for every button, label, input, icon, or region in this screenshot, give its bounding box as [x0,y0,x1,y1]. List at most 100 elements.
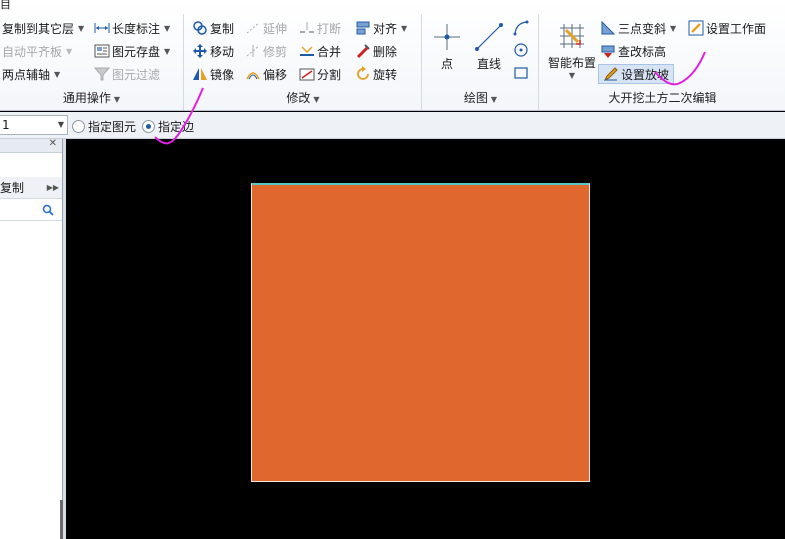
chevron-down-icon: ▼ [401,23,408,33]
floor-combo-value: 1 [2,118,10,132]
merge-button[interactable]: 合并 [299,41,341,61]
grid-layout-icon [560,24,584,48]
left-panel-toolbar[interactable]: 复制 ▶▶ [0,177,62,199]
trim-icon [245,43,261,59]
offset-button[interactable]: 偏移 [245,64,287,84]
point-label: 点 [440,57,453,71]
offset-icon [245,66,261,82]
element-storage-button[interactable]: 图元存盘 ▼ [94,41,170,61]
radio-specify-edge-label: 指定边 [158,120,195,134]
eraser-icon [355,43,371,59]
element-filter-label: 图元过滤 [112,67,161,82]
smart-layout-button[interactable]: 智能布置 ▼ [545,20,599,80]
top-stub-text: 目 [0,0,11,11]
copy-to-other-floor-button[interactable]: 复制到其它层 ▼ [2,18,84,38]
chevron-down-icon: ▼ [568,71,576,80]
radio-circle [72,120,85,133]
modify-elevation-button[interactable]: 查改标高 [600,41,666,61]
delete-button[interactable]: 删除 [355,41,397,61]
radio-specify-edge[interactable]: 指定边 [142,118,194,135]
group-general-title: 通用操作 [62,91,111,105]
break-button[interactable]: 打断 [299,18,341,38]
arc-icon [513,20,529,36]
arc-button[interactable] [513,18,531,38]
length-dimension-button[interactable]: 长度标注 ▼ [94,18,170,38]
group-draw-title: 绘图 [463,91,488,105]
mirror-button[interactable]: 镜像 [192,64,234,84]
align-button[interactable]: 对齐 ▼ [355,18,407,38]
break-icon [299,20,315,36]
smart-layout-label: 智能布置 [547,56,596,70]
radio-circle-selected [142,120,155,133]
close-icon[interactable]: ✕ [49,138,57,149]
storage-icon [94,43,110,59]
ribbon: 目 复制到其它层 ▼ 自动平齐板 ▼ 两点辅轴 ▼ 长度标注 ▼ 图元存盘 ▼ [0,0,785,111]
three-point-slope-button[interactable]: 三点变斜 ▼ [600,18,676,38]
point-button[interactable]: 点 [431,22,463,72]
group-general-label[interactable]: 通用操作 ▼ [0,89,183,106]
left-panel-copy-label: 复制 [0,181,25,195]
group-modify: 复制 移动 镜像 延伸 修剪 偏移 打断 合并 分割 对齐 ▼ 删除 旋转 修改… [185,14,422,110]
drawing-canvas[interactable] [66,139,785,539]
radio-specify-element[interactable]: 指定图元 [72,118,136,135]
group-draw: 点 直线 绘图 ▼ [423,14,539,110]
set-working-face-button[interactable]: 设置工作面 [688,18,766,38]
working-face-icon [688,20,704,36]
group-modify-label[interactable]: 修改 ▼ [185,89,421,106]
search-icon[interactable] [42,204,54,219]
align-label: 对齐 [373,21,398,36]
filter-icon [94,66,110,82]
circle-button[interactable] [513,40,531,60]
line-icon [475,23,503,51]
floor-combo[interactable]: 1 ▼ [0,115,68,135]
radio-specify-element-label: 指定图元 [88,120,137,134]
three-point-slope-label: 三点变斜 [618,21,667,36]
element-storage-label: 图元存盘 [112,44,161,59]
chevron-down-icon: ▼ [313,95,320,104]
extend-icon [245,20,261,36]
two-point-axis-button[interactable]: 两点辅轴 ▼ [2,64,60,84]
two-point-axis-label: 两点辅轴 [2,67,51,82]
chevron-down-icon: ▼ [78,23,85,33]
merge-icon [299,43,315,59]
set-slope-button[interactable]: 设置放坡 [598,64,675,84]
chevron-down-icon: ▼ [57,120,64,129]
line-label: 直线 [476,57,501,71]
chevron-right-icon: ▶▶ [46,183,59,192]
left-panel-scrollbar[interactable] [60,500,63,539]
split-button[interactable]: 分割 [299,64,341,84]
element-filter-button[interactable]: 图元过滤 [94,64,160,84]
move-button[interactable]: 移动 [192,41,234,61]
extend-label: 延伸 [263,21,288,36]
excavation-region[interactable] [251,183,590,482]
option-bar: 1 ▼ 指定图元 指定边 [0,112,785,139]
crosshair-point-icon [434,24,460,50]
dimension-icon [94,20,110,36]
left-panel-header: ✕ [0,138,62,153]
align-icon [355,20,371,36]
copy-to-other-floor-label: 复制到其它层 [2,21,75,36]
copy-button[interactable]: 复制 [192,18,234,38]
group-earthwork-title: 大开挖土方二次编辑 [608,91,717,105]
chevron-down-icon: ▼ [490,95,498,104]
line-button[interactable]: 直线 [473,22,505,72]
group-draw-label[interactable]: 绘图 ▼ [423,89,538,106]
split-icon [299,66,315,82]
group-earthwork-label: 大开挖土方二次编辑 [540,89,785,106]
extend-button[interactable]: 延伸 [245,18,287,38]
split-label: 分割 [317,67,342,82]
modify-elevation-label: 查改标高 [618,44,667,59]
trim-button[interactable]: 修剪 [245,41,287,61]
chevron-down-icon: ▼ [113,95,121,104]
merge-label: 合并 [317,44,342,59]
rotate-button[interactable]: 旋转 [355,64,397,84]
copy-label: 复制 [210,21,235,36]
rectangle-button[interactable] [513,63,531,83]
break-label: 打断 [317,21,342,36]
trim-label: 修剪 [263,44,288,59]
delete-label: 删除 [373,44,398,59]
left-panel-search-input[interactable] [0,203,62,221]
auto-align-slab-button[interactable]: 自动平齐板 ▼ [2,41,72,61]
chevron-down-icon: ▼ [66,46,73,56]
auto-align-slab-label: 自动平齐板 [2,44,63,59]
